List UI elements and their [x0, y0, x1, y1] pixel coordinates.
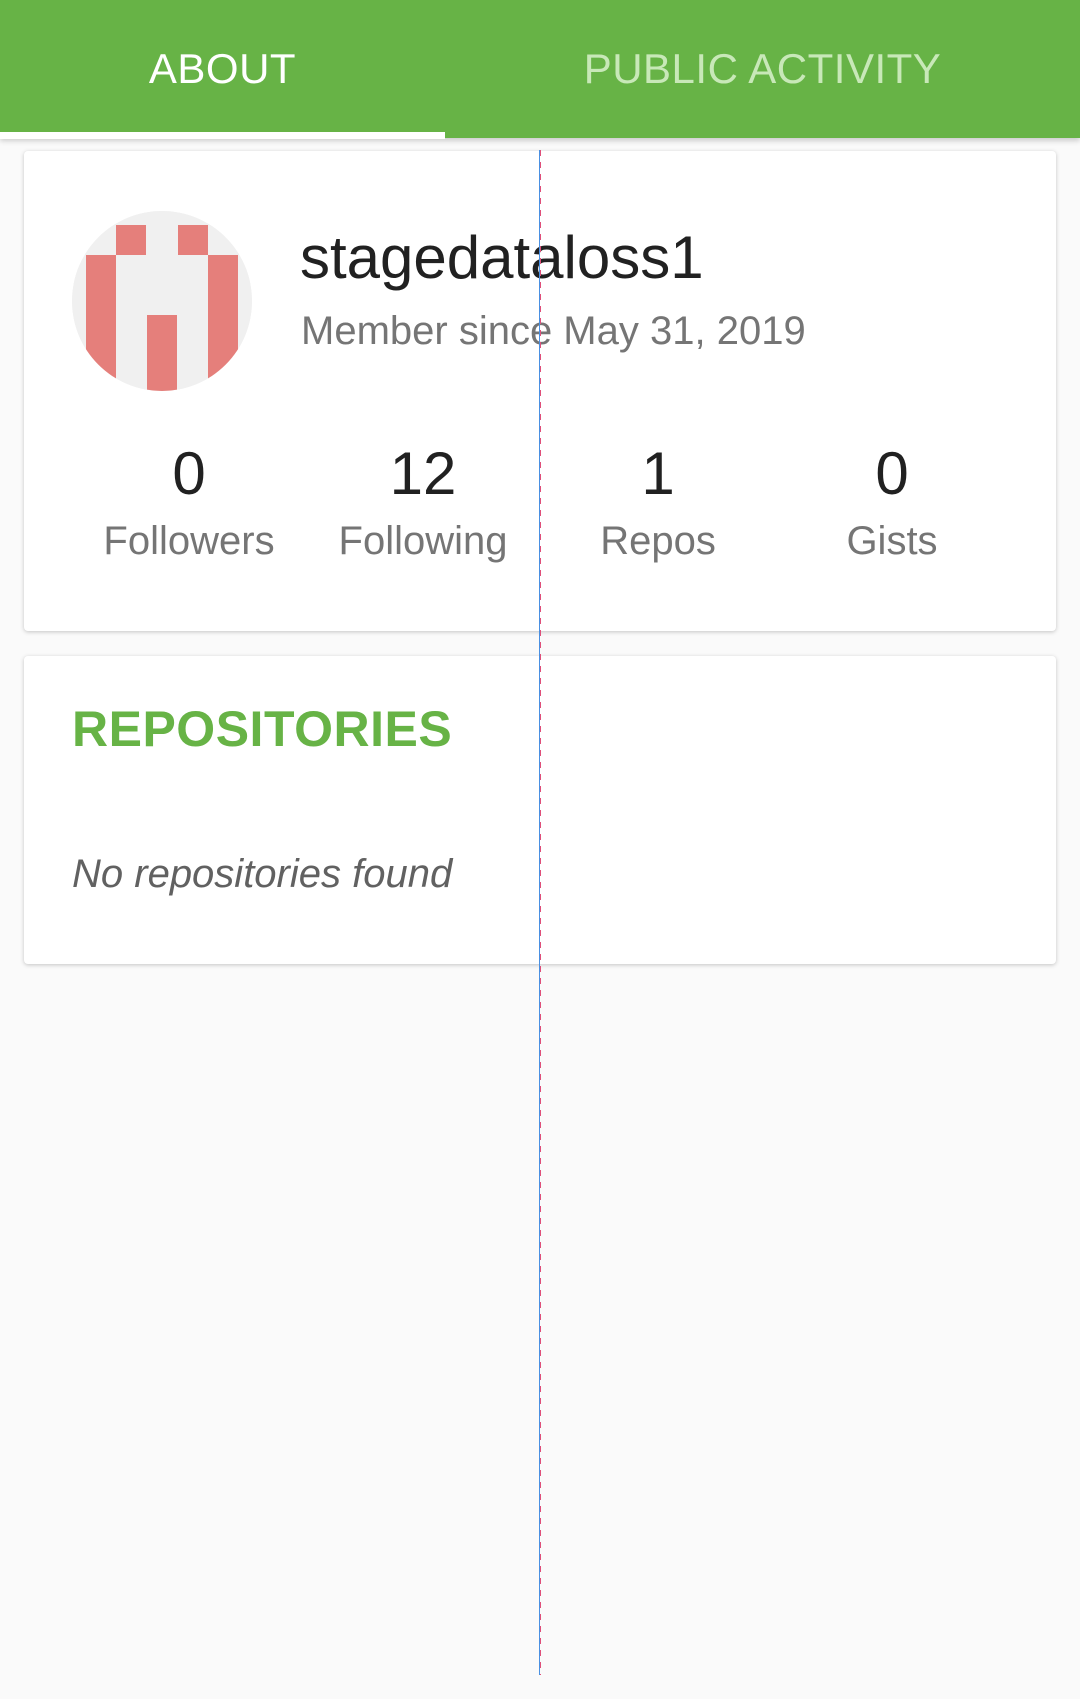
tab-bar: ABOUT PUBLIC ACTIVITY: [0, 0, 1080, 139]
followers-label: Followers: [103, 519, 275, 563]
stat-following[interactable]: 12 Following: [303, 436, 543, 570]
followers-count: 0: [172, 440, 206, 507]
repositories-title: REPOSITORIES: [72, 701, 453, 757]
tab-about-label: ABOUT: [148, 45, 297, 92]
repos-count: 1: [641, 440, 675, 507]
layout-guide-dashed-line: [540, 150, 541, 1675]
repositories-empty-message: No repositories found: [72, 852, 453, 896]
avatar[interactable]: [72, 211, 252, 391]
stat-followers[interactable]: 0 Followers: [69, 436, 309, 570]
stat-gists[interactable]: 0 Gists: [772, 436, 1012, 570]
member-since-text: Member since May 31, 2019: [301, 309, 806, 353]
gists-label: Gists: [846, 519, 938, 563]
stat-repos[interactable]: 1 Repos: [538, 436, 778, 570]
following-label: Following: [338, 519, 508, 563]
tab-indicator: [0, 132, 445, 139]
identicon-icon: [72, 211, 252, 391]
following-count: 12: [389, 440, 457, 507]
username: stagedataloss1: [300, 224, 704, 291]
tab-public-activity[interactable]: PUBLIC ACTIVITY: [530, 0, 995, 138]
tab-about[interactable]: ABOUT: [0, 0, 445, 138]
tab-public-activity-label: PUBLIC ACTIVITY: [583, 45, 942, 92]
repos-label: Repos: [600, 519, 716, 563]
gists-count: 0: [875, 440, 909, 507]
